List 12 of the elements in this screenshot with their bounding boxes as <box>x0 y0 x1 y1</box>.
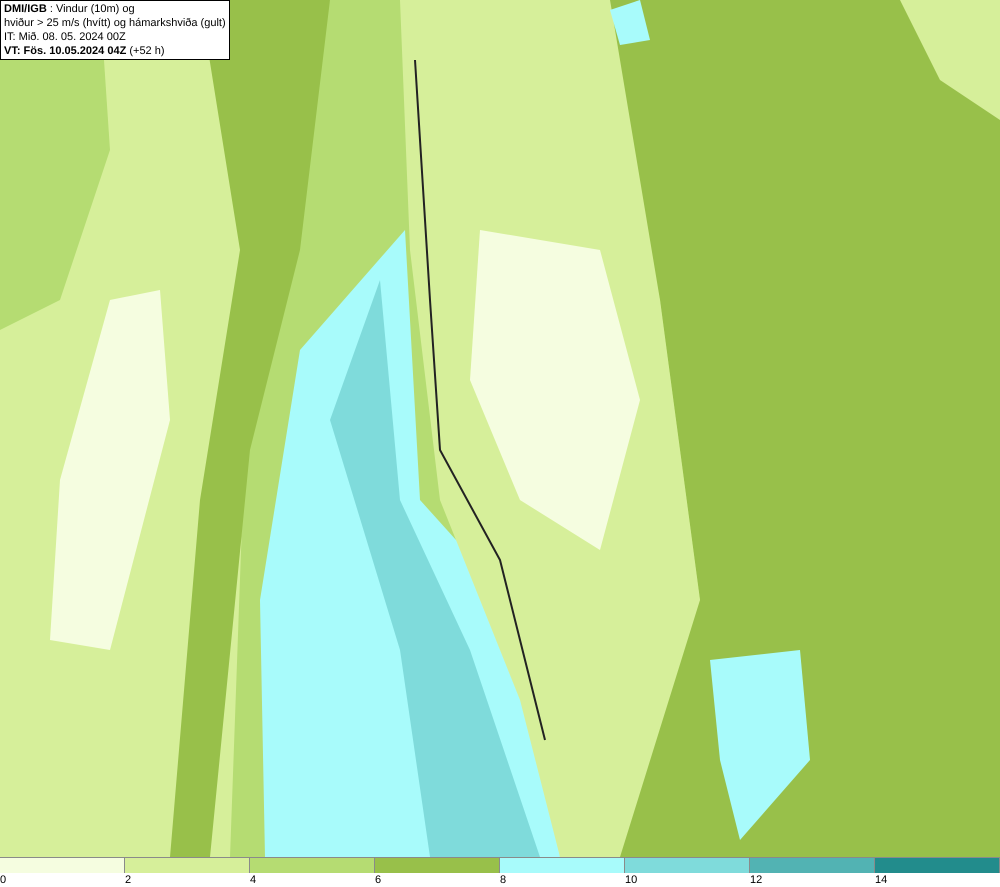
legend-tick-label: 8 <box>500 873 506 887</box>
legend-tick-label: 6 <box>375 873 382 887</box>
title-line: IT: Mið. 08. 05. 2024 00Z <box>4 30 127 44</box>
legend-tick-label: 12 <box>750 873 762 887</box>
title-line: hviður > 25 m/s (hvítt) og hámarkshviða (gult) <box>4 16 226 30</box>
legend-tick-label: 10 <box>625 873 638 887</box>
title-line: VT: Fös. 10.05.2024 04Z (+52 h) <box>4 44 166 58</box>
title-line: DMI/IGB : Vindur (10m) og <box>4 2 136 16</box>
legend-tick-label: 14 <box>875 873 888 887</box>
legend-tick-label: 4 <box>250 873 256 887</box>
legend-tick-label: 0 <box>0 873 6 887</box>
legend-tick-label: 2 <box>125 873 132 887</box>
